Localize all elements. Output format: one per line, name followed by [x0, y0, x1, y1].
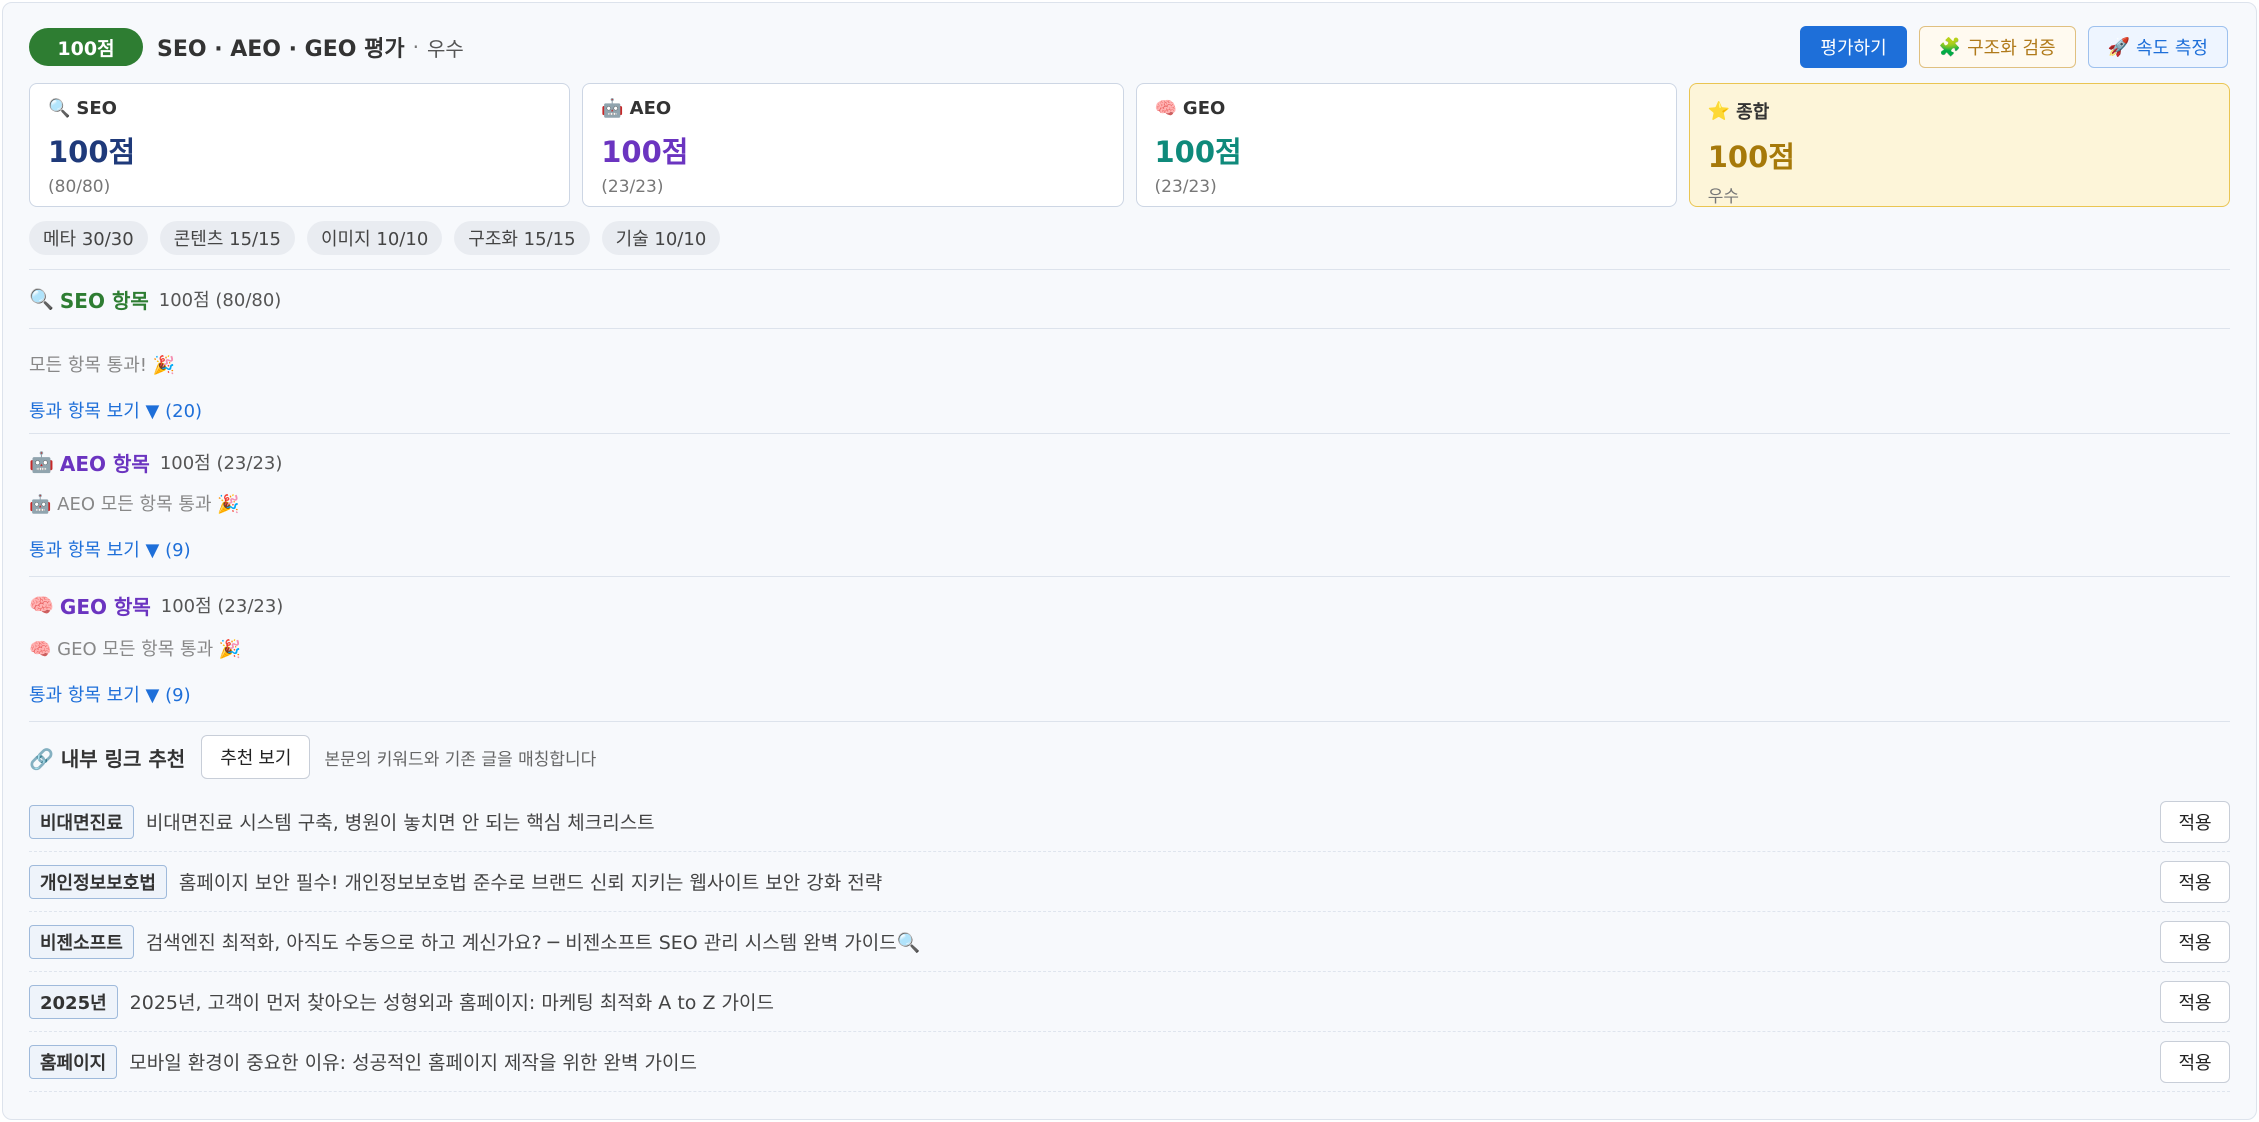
- evaluation-panel: 100점 SEO · AEO · GEO 평가 · 우수 평가하기 🧩 구조화 …: [2, 2, 2257, 1120]
- geo-passed-toggle[interactable]: 통과 항목 보기 ▼ (9): [29, 681, 191, 707]
- speed-test-label: 속도 측정: [2136, 38, 2208, 59]
- total-score-card: ⭐ 종합 100점 우수: [1688, 83, 2230, 207]
- internal-links-title: 🔗 내부 링크 추천: [29, 746, 186, 771]
- structure-check-label: 구조화 검증: [1967, 38, 2056, 59]
- chip-structure: 구조화 15/15: [454, 221, 590, 255]
- aeo-section-score: 100점 (23/23): [159, 453, 283, 474]
- card-score: 100점: [1707, 140, 1795, 174]
- apply-button[interactable]: 적용: [2160, 1040, 2230, 1083]
- seo-section-label: SEO 항목: [59, 288, 149, 313]
- geo-score-card: 🧠 GEO 100점 (23/23): [1135, 83, 1677, 207]
- speed-test-button[interactable]: 🚀 속도 측정: [2087, 26, 2228, 68]
- internal-links-header: 🔗 내부 링크 추천 추천 보기 본문의 키워드와 기존 글을 매칭합니다: [29, 722, 2230, 792]
- geo-section-label: GEO 항목: [59, 594, 151, 619]
- panel-header: 100점 SEO · AEO · GEO 평가 · 우수 평가하기 🧩 구조화 …: [29, 25, 2230, 69]
- link-title: 2025년, 고객이 먼저 찾아오는 성형외과 홈페이지: 마케팅 최적화 A …: [129, 992, 774, 1014]
- card-subtext: (80/80): [48, 177, 111, 197]
- apply-label: 적용: [2178, 992, 2212, 1013]
- seo-pass-message: 모든 항목 통과! 🎉: [29, 355, 176, 376]
- card-label: AEO: [629, 98, 672, 119]
- internal-links-hint: 본문의 키워드와 기존 글을 매칭합니다: [324, 749, 597, 770]
- link-title: 검색엔진 최적화, 아직도 수동으로 하고 계신가요? ─ 비젠소프트 SEO …: [145, 932, 921, 954]
- aeo-section-header: 🤖 AEO 항목 100점 (23/23): [29, 434, 2230, 490]
- robot-icon: 🤖: [601, 98, 624, 119]
- rocket-icon: 🚀: [2107, 36, 2131, 58]
- aeo-section-label: AEO 항목: [59, 451, 150, 476]
- link-title: 모바일 환경이 중요한 이유: 성공적인 홈페이지 제작을 위한 완벽 가이드: [129, 1052, 697, 1074]
- keyword-tag: 비젠소프트: [29, 924, 134, 959]
- link-row: 2025년 2025년, 고객이 먼저 찾아오는 성형외과 홈페이지: 마케팅 …: [29, 972, 2230, 1032]
- seo-section-title: 🔍 SEO 항목: [29, 285, 149, 314]
- geo-section-score: 100점 (23/23): [160, 596, 284, 617]
- page-title: SEO · AEO · GEO 평가: [157, 37, 405, 62]
- aeo-score-card: 🤖 AEO 100점 (23/23): [582, 83, 1124, 207]
- puzzle-icon: 🧩: [1938, 36, 1962, 58]
- apply-label: 적용: [2178, 932, 2212, 953]
- title-separator: ·: [412, 35, 419, 59]
- card-label: SEO: [76, 98, 117, 119]
- aeo-passed-toggle[interactable]: 통과 항목 보기 ▼ (9): [29, 536, 191, 562]
- keyword-tag: 비대면진료: [29, 804, 134, 839]
- card-subtext: (23/23): [601, 177, 664, 197]
- card-score: 100점: [1154, 135, 1242, 169]
- score-cards: 🔍 SEO 100점 (80/80) 🤖 AEO 100점 (23/23) 🧠 GEO…: [29, 83, 2230, 207]
- link-list: 비대면진료 비대면진료 시스템 구축, 병원이 놓치면 안 되는 핵심 체크리스…: [29, 792, 2230, 1092]
- aeo-section-title: 🤖 AEO 항목: [29, 448, 150, 477]
- chip-content: 콘텐츠 15/15: [159, 221, 295, 255]
- geo-section-header: 🧠 GEO 항목 100점 (23/23): [29, 577, 2230, 633]
- evaluate-button-label: 평가하기: [1820, 38, 1887, 59]
- apply-button[interactable]: 적용: [2160, 860, 2230, 903]
- divider: [29, 328, 2230, 329]
- seo-section-score: 100점 (80/80): [158, 290, 282, 311]
- brain-icon: 🧠: [29, 593, 54, 617]
- robot-icon: 🤖: [29, 450, 54, 474]
- chip-image: 이미지 10/10: [307, 221, 443, 255]
- brain-icon: 🧠: [1154, 98, 1177, 119]
- link-row: 홈페이지 모바일 환경이 중요한 이유: 성공적인 홈페이지 제작을 위한 완벽…: [29, 1032, 2230, 1092]
- apply-button[interactable]: 적용: [2160, 800, 2230, 843]
- geo-section-title: 🧠 GEO 항목: [29, 591, 151, 620]
- magnifier-icon: 🔍: [48, 98, 71, 119]
- geo-pass-message: 🧠 GEO 모든 항목 통과 🎉: [29, 639, 242, 660]
- apply-label: 적용: [2178, 872, 2212, 893]
- overall-score-badge: 100점: [29, 28, 143, 66]
- header-actions: 평가하기 🧩 구조화 검증 🚀 속도 측정: [1800, 26, 2228, 68]
- card-score: 100점: [48, 135, 136, 169]
- link-row: 비대면진료 비대면진료 시스템 구축, 병원이 놓치면 안 되는 핵심 체크리스…: [29, 792, 2230, 852]
- evaluate-button[interactable]: 평가하기: [1800, 26, 1907, 68]
- star-icon: ⭐: [1707, 100, 1731, 122]
- show-recommendations-button[interactable]: 추천 보기: [201, 735, 311, 779]
- card-label: 종합: [1736, 102, 1770, 123]
- grade-label: 우수: [426, 36, 464, 61]
- aeo-pass-message: 🤖 AEO 모든 항목 통과 🎉: [29, 494, 240, 515]
- link-row: 비젠소프트 검색엔진 최적화, 아직도 수동으로 하고 계신가요? ─ 비젠소프…: [29, 912, 2230, 972]
- link-title: 비대면진료 시스템 구축, 병원이 놓치면 안 되는 핵심 체크리스트: [145, 812, 655, 834]
- card-subtext: (23/23): [1154, 177, 1217, 197]
- show-recommendations-label: 추천 보기: [220, 748, 292, 768]
- keyword-tag: 2025년: [29, 984, 118, 1019]
- keyword-tag: 개인정보보호법: [29, 864, 167, 899]
- apply-label: 적용: [2178, 812, 2212, 833]
- card-subtext: 우수: [1707, 187, 1740, 207]
- apply-button[interactable]: 적용: [2160, 980, 2230, 1023]
- link-row: 개인정보보호법 홈페이지 보안 필수! 개인정보보호법 준수로 브랜드 신뢰 지…: [29, 852, 2230, 912]
- category-chips: 메타 30/30 콘텐츠 15/15 이미지 10/10 구조화 15/15 기…: [29, 221, 2230, 255]
- seo-passed-toggle[interactable]: 통과 항목 보기 ▼ (20): [29, 397, 202, 423]
- chip-tech: 기술 10/10: [601, 221, 721, 255]
- structure-check-button[interactable]: 🧩 구조화 검증: [1918, 26, 2076, 68]
- card-score: 100점: [601, 135, 689, 169]
- magnifier-icon: 🔍: [29, 287, 54, 311]
- apply-label: 적용: [2178, 1052, 2212, 1073]
- card-label: GEO: [1182, 98, 1226, 119]
- keyword-tag: 홈페이지: [29, 1044, 118, 1079]
- link-title: 홈페이지 보안 필수! 개인정보보호법 준수로 브랜드 신뢰 지키는 웹사이트 …: [178, 872, 883, 894]
- seo-section-header: 🔍 SEO 항목 100점 (80/80): [29, 270, 2230, 328]
- seo-score-card: 🔍 SEO 100점 (80/80): [29, 83, 571, 207]
- chip-meta: 메타 30/30: [29, 221, 148, 255]
- apply-button[interactable]: 적용: [2160, 920, 2230, 963]
